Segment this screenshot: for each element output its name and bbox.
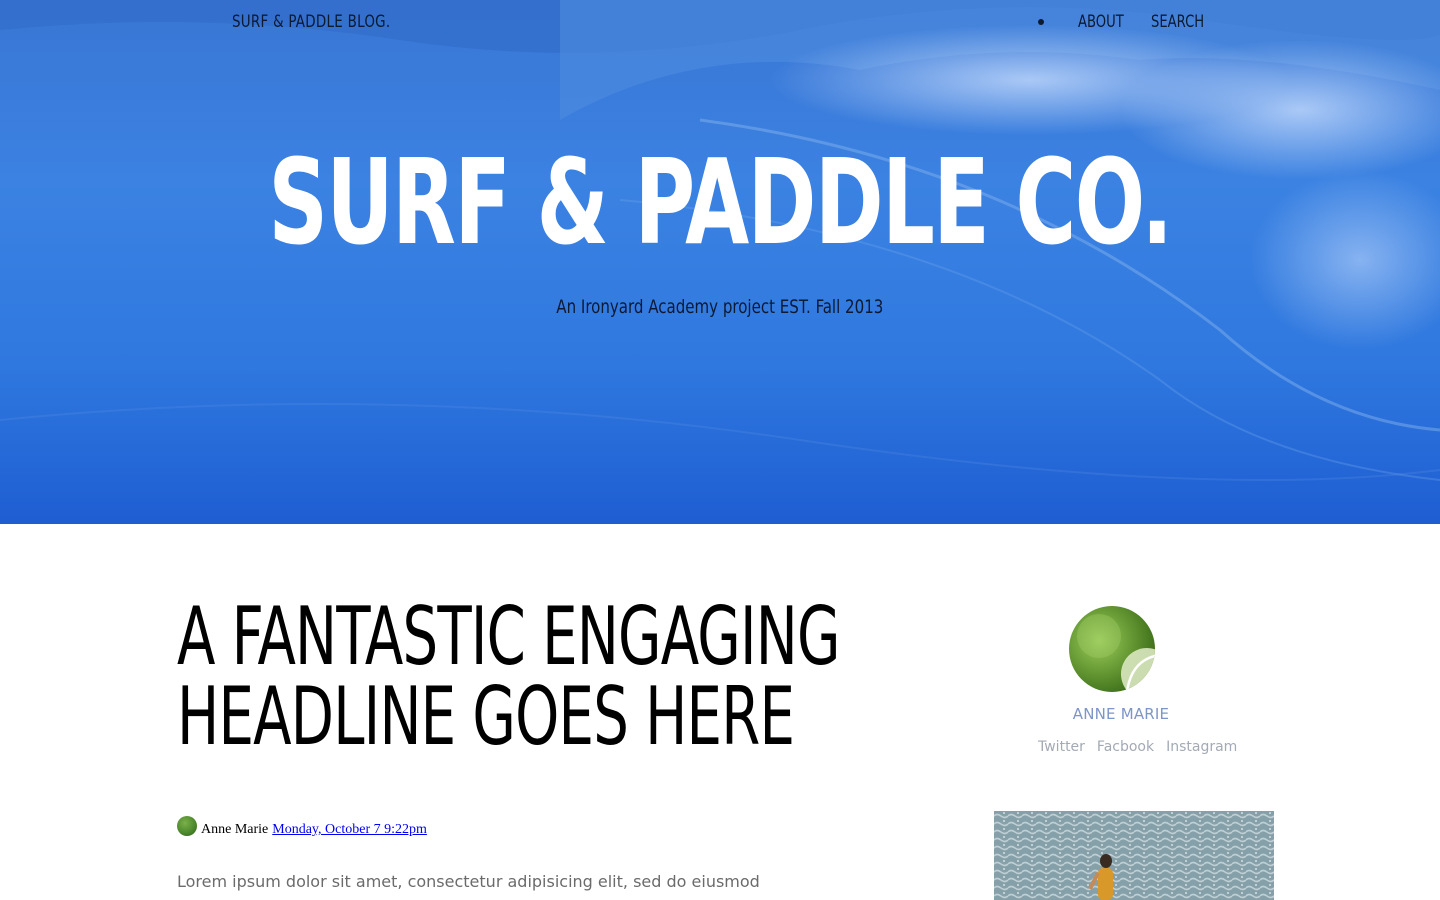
nav-bullet-icon bbox=[1038, 19, 1044, 25]
article-excerpt: Lorem ipsum dolor sit amet, consectetur … bbox=[177, 872, 760, 891]
article-date-link[interactable]: Monday, October 7 9:22pm bbox=[272, 822, 427, 838]
tennis-ball-photo bbox=[1077, 614, 1155, 692]
social-links: Twitter Facbook Instagram bbox=[1038, 739, 1237, 755]
hero-title-text: SURF & PADDLE CO. bbox=[268, 133, 1173, 271]
surfer-photo bbox=[994, 811, 1274, 900]
hero-subtitle-text: An Ironyard Academy project EST. Fall 20… bbox=[556, 296, 884, 318]
author-avatar bbox=[1069, 606, 1155, 692]
hero-title: SURF & PADDLE CO. bbox=[0, 143, 1440, 261]
nav-about-link[interactable]: ABOUT bbox=[1078, 12, 1124, 32]
main-nav: ABOUT SEARCH bbox=[1030, 12, 1213, 32]
sidebar-author-name[interactable]: ANNE MARIE bbox=[1040, 705, 1202, 723]
article-headline: A FANTASTIC ENGAGING HEADLINE GOES HERE bbox=[177, 590, 840, 763]
author-mini-avatar bbox=[177, 816, 197, 836]
surfer-image bbox=[994, 811, 1274, 900]
nav-search-link[interactable]: SEARCH bbox=[1151, 12, 1204, 32]
article-author: Anne Marie bbox=[201, 822, 269, 837]
instagram-link[interactable]: Instagram bbox=[1166, 739, 1237, 755]
twitter-link[interactable]: Twitter bbox=[1038, 739, 1085, 755]
article-meta: Anne Marie Monday, October 7 9:22pm bbox=[177, 816, 427, 840]
brand-link[interactable]: SURF & PADDLE BLOG. bbox=[232, 12, 390, 32]
facebook-link[interactable]: Facbook bbox=[1097, 739, 1154, 755]
hero-subtitle: An Ironyard Academy project EST. Fall 20… bbox=[0, 296, 1440, 318]
hero-banner: SURF & PADDLE BLOG. ABOUT SEARCH SURF & … bbox=[0, 0, 1440, 524]
